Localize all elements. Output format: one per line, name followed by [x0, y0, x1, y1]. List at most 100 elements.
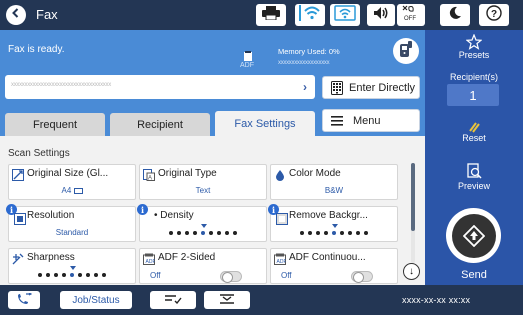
memory-used-label: Memory Used: 0%: [278, 47, 340, 56]
menu-icon: [331, 115, 343, 126]
adf-2sided-icon: ADF: [143, 252, 156, 265]
printer-status-button[interactable]: [256, 4, 286, 26]
svg-text:?: ?: [491, 9, 497, 20]
density-scale: [140, 231, 266, 235]
landscape-page-icon: [73, 187, 83, 194]
wifi-direct-button[interactable]: [330, 4, 360, 26]
tab-fax-settings-label: Fax Settings: [234, 117, 296, 130]
original-size-icon: [12, 168, 24, 181]
speaker-icon: [372, 6, 390, 25]
fax-history-icon: [16, 291, 33, 308]
main-panel: Fax is ready. ADF Memory Used: 0% xxxxxx…: [0, 30, 425, 285]
enter-directly-button[interactable]: Enter Directly: [322, 76, 420, 99]
sharpness-scale: [9, 273, 135, 277]
preview-label: Preview: [457, 181, 490, 191]
status-header: Fax is ready. ADF Memory Used: 0% xxxxxx…: [0, 30, 425, 136]
bottom-bar: Job/Status xxxx-xx-xx xx:xx: [0, 285, 523, 315]
adf-label: ADF: [240, 62, 254, 69]
memory-used-bar: xxxxxxxxxxxxxxxxxxx: [278, 60, 330, 66]
reset-button[interactable]: Reset: [425, 121, 523, 143]
svg-text:ADF: ADF: [146, 259, 156, 265]
tab-frequent-label: Frequent: [32, 118, 78, 131]
svg-text:A: A: [148, 176, 152, 182]
fax-line-button[interactable]: [393, 38, 419, 64]
remove-background-tile[interactable]: i Remove Backgr...: [268, 204, 398, 242]
collapse-button[interactable]: [150, 291, 196, 309]
reset-label: Reset: [462, 133, 486, 143]
sharpness-tile[interactable]: Sharpness: [8, 248, 136, 284]
wifi-button[interactable]: [295, 4, 325, 26]
scroll-down-button[interactable]: ↓: [403, 263, 420, 280]
resolution-icon: [14, 212, 26, 225]
wifi-direct-icon: [334, 4, 356, 26]
expand-icon: [219, 293, 235, 307]
adf-continuous-value: Off: [281, 271, 292, 280]
send-icon: [451, 213, 496, 258]
enter-directly-label: Enter Directly: [349, 81, 416, 94]
adf-continuous-tile[interactable]: ADF ADF Continuou... Off: [270, 248, 398, 284]
original-size-value: A4: [9, 186, 135, 195]
scrollbar-thumb[interactable]: [411, 163, 415, 231]
preview-icon: [425, 163, 523, 181]
help-icon: ?: [486, 4, 502, 26]
fax-phone-icon: [398, 40, 414, 63]
sharpness-level-marker: [70, 266, 76, 270]
presets-button[interactable]: Presets: [425, 34, 523, 60]
svg-text:OFF: OFF: [404, 16, 416, 21]
original-size-tile[interactable]: Original Size (Gl... A4: [8, 164, 136, 200]
sharpness-icon: [12, 252, 24, 265]
adf-continuous-icon: ADF: [274, 252, 287, 265]
menu-label: Menu: [353, 114, 381, 127]
send-button[interactable]: [446, 208, 501, 263]
chevron-right-icon[interactable]: ›: [303, 80, 307, 94]
keypad-icon: [331, 80, 343, 95]
original-type-tile[interactable]: A Original Type Text: [139, 164, 267, 200]
color-mode-tile[interactable]: Color Mode B&W: [270, 164, 398, 200]
adf-2sided-toggle[interactable]: [220, 271, 242, 283]
adf-continuous-label: ADF Continuou...: [289, 252, 366, 263]
eco-off-icon: OFF: [400, 5, 422, 26]
preview-button[interactable]: Preview: [425, 163, 523, 191]
send-label: Send: [461, 269, 487, 281]
remove-background-icon: [276, 212, 288, 225]
collapse-icon: [164, 294, 182, 307]
expand-button[interactable]: [204, 291, 250, 309]
recipient-placeholder: xxxxxxxxxxxxxxxxxxxxxxxxxxxxxxxxxxxxx: [11, 82, 111, 88]
tab-fax-settings[interactable]: Fax Settings: [215, 111, 315, 136]
recipient-input[interactable]: xxxxxxxxxxxxxxxxxxxxxxxxxxxxxxxxxxxxx ›: [5, 75, 315, 99]
recipients-count[interactable]: 1: [447, 84, 499, 106]
sharpness-label: Sharpness: [27, 252, 75, 263]
resolution-tile[interactable]: i Resolution Standard: [6, 204, 136, 242]
back-button[interactable]: [6, 5, 26, 25]
remove-background-level-marker: [332, 224, 338, 228]
tab-recipient[interactable]: Recipient: [110, 113, 210, 136]
adf-2sided-tile[interactable]: ADF ADF 2-Sided Off: [139, 248, 267, 284]
menu-button[interactable]: Menu: [322, 109, 420, 132]
help-button[interactable]: ?: [479, 4, 509, 26]
resolution-value: Standard: [55, 228, 89, 237]
tab-recipient-label: Recipient: [137, 118, 183, 131]
star-icon: [425, 34, 523, 50]
color-mode-label: Color Mode: [289, 168, 341, 179]
recipients-label: Recipient(s): [449, 72, 498, 82]
status-message: Fax is ready.: [8, 44, 65, 55]
density-tile[interactable]: i • Density: [137, 204, 267, 242]
fax-history-button[interactable]: [8, 291, 40, 309]
svg-text:ADF: ADF: [277, 259, 287, 265]
adf-continuous-toggle[interactable]: [351, 271, 373, 283]
date-time-display: xxxx-xx-xx xx:xx: [402, 295, 471, 305]
top-bar: Fax OFF ?: [0, 0, 523, 30]
remove-background-label: Remove Backgr...: [289, 210, 368, 221]
sleep-button[interactable]: [440, 4, 470, 26]
original-type-value: Text: [195, 186, 211, 195]
back-arrow-icon: [10, 6, 22, 24]
tab-frequent[interactable]: Frequent: [5, 113, 105, 136]
adf-document-icon: [244, 48, 252, 61]
presets-label: Presets: [458, 50, 490, 60]
job-status-button[interactable]: Job/Status: [60, 291, 132, 309]
eco-mode-button[interactable]: OFF: [397, 4, 425, 26]
arrow-down-icon: ↓: [409, 266, 414, 277]
color-mode-value: B&W: [324, 186, 344, 195]
volume-button[interactable]: [367, 4, 395, 26]
density-label: • Density: [154, 210, 194, 221]
